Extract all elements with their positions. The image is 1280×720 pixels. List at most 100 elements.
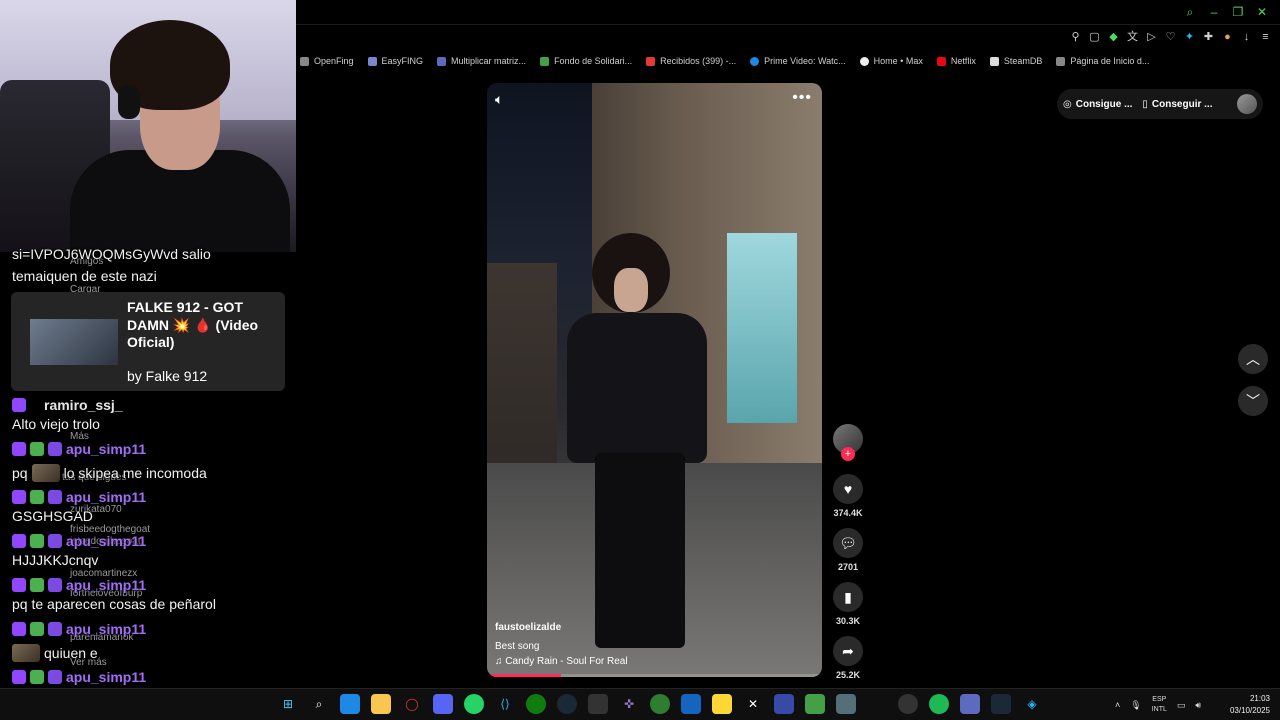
whatsapp-icon[interactable] xyxy=(464,694,484,714)
shield-icon[interactable]: ◆ xyxy=(1107,30,1120,44)
screenshot-icon[interactable]: ▢ xyxy=(1088,30,1101,44)
video-music[interactable]: ♫ Candy Rain - Soul For Real xyxy=(495,656,628,667)
chat-message-header: apu_simp11 xyxy=(12,441,146,457)
video-progress-bar[interactable] xyxy=(487,674,822,677)
chat-username[interactable]: apu_simp11 xyxy=(66,441,146,457)
next-video-button[interactable]: ﹀ xyxy=(1238,386,1268,416)
vscode-icon[interactable]: ⟨⟩ xyxy=(495,694,515,714)
taskbar-clock[interactable]: 21:03 03/10/2025 xyxy=(1230,693,1270,717)
download-icon[interactable]: ↓ xyxy=(1240,30,1253,44)
like-action[interactable]: ♥ 374.4K xyxy=(833,474,863,518)
extension-icon[interactable]: ✦ xyxy=(1183,30,1196,44)
comment-action[interactable]: 💬︎ 2701 xyxy=(833,528,863,572)
video-actions: + ♥ 374.4K 💬︎ 2701 ▮ 30.3K ➦ 25.2K xyxy=(831,424,865,690)
chat-username[interactable]: apu_simp11 xyxy=(66,489,146,505)
volume-icon[interactable]: 🔈︎ xyxy=(495,91,513,107)
bookmark-item[interactable]: EasyFING xyxy=(367,56,423,66)
profile-avatar[interactable] xyxy=(1237,94,1257,114)
bookmark-item[interactable]: Página de Inicio d... xyxy=(1056,56,1149,66)
app-icon[interactable] xyxy=(867,694,887,714)
bookmark-item[interactable]: Prime Video: Watc... xyxy=(750,56,846,66)
video-frame-person xyxy=(567,313,707,463)
app-icon[interactable] xyxy=(960,694,980,714)
heart-icon[interactable]: ♡ xyxy=(1164,30,1177,44)
app-icon[interactable] xyxy=(836,694,856,714)
chat-username[interactable]: apu_simp11 xyxy=(66,669,146,685)
video-player[interactable]: 🔈︎ ••• faustoelizalde Best song ♫ Candy … xyxy=(487,83,822,677)
bookmark-icon[interactable]: ▮ xyxy=(833,582,863,612)
app-icon[interactable]: ◈ xyxy=(1022,694,1042,714)
steamdb-icon xyxy=(989,56,999,66)
save-action[interactable]: ▮ 30.3K xyxy=(833,582,863,626)
puzzle-icon[interactable]: ✚ xyxy=(1202,30,1215,44)
xbox-icon[interactable] xyxy=(526,694,546,714)
gmail-icon xyxy=(646,56,656,66)
controller-icon[interactable]: ✜ xyxy=(619,694,639,714)
restore-icon[interactable]: ❐ xyxy=(1230,4,1246,20)
video-progress-fill xyxy=(487,674,561,677)
bookmark-item[interactable]: SteamDB xyxy=(989,56,1042,66)
bookmark-item[interactable]: OpenFing xyxy=(300,56,354,66)
steam-icon[interactable] xyxy=(991,694,1011,714)
chat-username[interactable]: ramiro_ssj_ xyxy=(44,397,123,413)
now-playing-card: FALKE 912 - GOT DAMN 💥 🩸 (Video Oficial)… xyxy=(11,292,285,391)
discord-icon[interactable] xyxy=(433,694,453,714)
translate-icon[interactable]: 文 xyxy=(1126,30,1139,44)
netflix-icon xyxy=(936,56,946,66)
twitch-badge-icon xyxy=(12,578,26,592)
screen-icon[interactable] xyxy=(774,694,794,714)
spotify-icon[interactable] xyxy=(929,694,949,714)
video-author[interactable]: faustoelizalde xyxy=(495,622,628,633)
follow-plus-icon[interactable]: + xyxy=(841,447,855,461)
bookmark-item[interactable]: Netflix xyxy=(936,56,976,66)
chat-username[interactable]: apu_simp11 xyxy=(66,621,146,637)
bookmark-item[interactable]: Recibidos (399) -... xyxy=(646,56,736,66)
file-explorer-icon[interactable] xyxy=(371,694,391,714)
subscriber-badge-icon xyxy=(48,578,62,592)
mtss-icon xyxy=(540,56,550,66)
search-icon[interactable]: ⌕ xyxy=(1182,4,1198,20)
app-icon[interactable] xyxy=(681,694,701,714)
more-options-icon[interactable]: ••• xyxy=(792,89,812,107)
chat-username[interactable]: apu_simp11 xyxy=(66,577,146,593)
duck-icon[interactable] xyxy=(712,694,732,714)
xbox-app-icon[interactable] xyxy=(650,694,670,714)
display-icon[interactable]: ▭ xyxy=(1177,700,1186,711)
previous-video-button[interactable]: ︿ xyxy=(1238,344,1268,374)
menu-icon[interactable]: ≡ xyxy=(1259,30,1272,44)
language-indicator[interactable]: ESP INTL xyxy=(1152,695,1167,715)
chat-username[interactable]: apu_simp11 xyxy=(66,533,146,549)
desktop-icon[interactable] xyxy=(340,694,360,714)
creator-avatar[interactable]: + xyxy=(833,424,863,461)
heart-icon[interactable]: ♥ xyxy=(833,474,863,504)
epic-games-icon[interactable] xyxy=(588,694,608,714)
start-icon[interactable]: ⊞ xyxy=(278,694,298,714)
search-icon[interactable]: ⌕ xyxy=(309,694,329,714)
get-coins-button[interactable]: ◎ Consigue ... xyxy=(1063,99,1132,110)
mic-icon[interactable]: 🎙︎ xyxy=(1130,700,1141,711)
bookmark-item[interactable]: Multiplicar matriz... xyxy=(437,56,526,66)
share-icon[interactable]: ➦ xyxy=(833,636,863,666)
bookmark-item[interactable]: Home • Max xyxy=(859,56,923,66)
chevron-up-icon: ︿ xyxy=(1246,351,1260,367)
steam-icon[interactable] xyxy=(557,694,577,714)
comment-icon[interactable]: 💬︎ xyxy=(833,528,863,558)
opera-icon[interactable]: ◯ xyxy=(402,694,422,714)
capcut-icon[interactable]: ✕ xyxy=(743,694,763,714)
phone-icon: ▯ xyxy=(1142,98,1148,110)
bookmark-item[interactable]: Fondo de Solidari... xyxy=(540,56,632,66)
video-info: faustoelizalde Best song ♫ Candy Rain - … xyxy=(495,622,628,667)
chevron-up-icon[interactable]: ˄ xyxy=(1115,700,1120,710)
get-app-button[interactable]: ▯ Conseguir ... xyxy=(1142,99,1212,110)
volume-icon[interactable]: 🔊︎ xyxy=(1195,700,1201,711)
profile-icon[interactable]: ● xyxy=(1221,30,1234,44)
obs-icon[interactable] xyxy=(898,694,918,714)
share-action[interactable]: ➦ 25.2K xyxy=(833,636,863,680)
close-icon[interactable]: ✕ xyxy=(1254,4,1270,20)
minimize-icon[interactable]: – xyxy=(1206,4,1222,20)
pin-icon[interactable]: ⚲ xyxy=(1069,30,1082,44)
app-icon[interactable] xyxy=(805,694,825,714)
play-icon[interactable]: ▷ xyxy=(1145,30,1158,44)
share-count: 25.2K xyxy=(835,670,861,680)
bookmarks-bar: OpenFing EasyFING Multiplicar matriz... … xyxy=(296,50,1280,72)
